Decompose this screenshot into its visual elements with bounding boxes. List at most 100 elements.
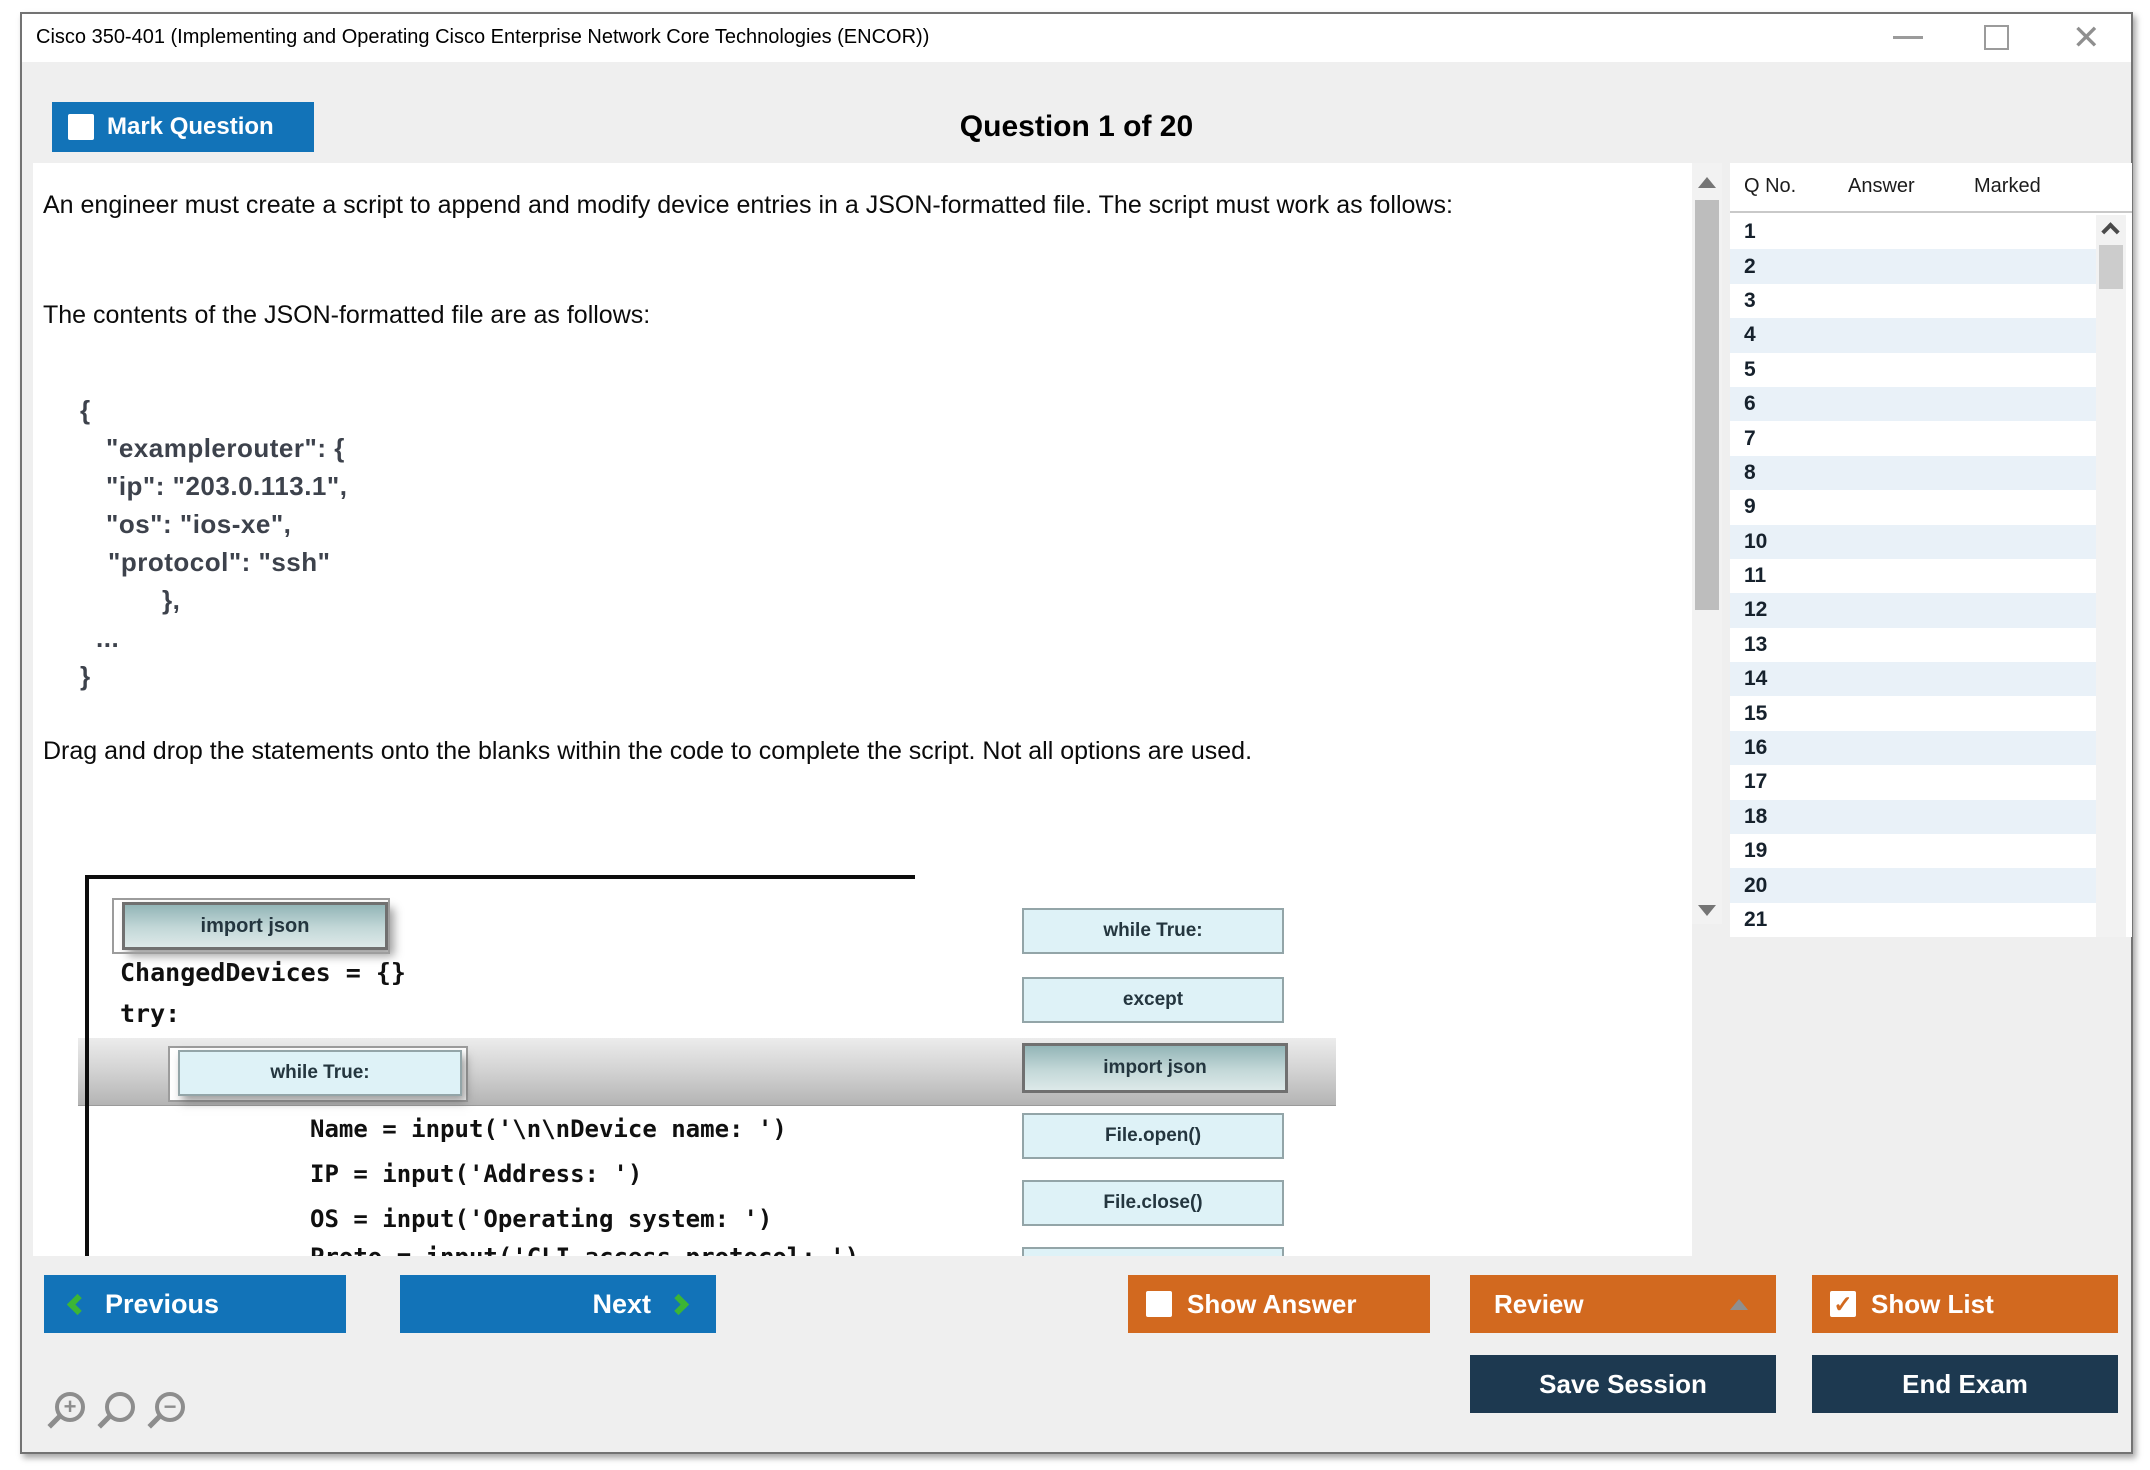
maximize-icon[interactable]: [1984, 25, 2009, 50]
question-counter: Question 1 of 20: [22, 110, 2131, 144]
column-qno: Q No.: [1744, 175, 1796, 198]
json-line: {: [80, 391, 347, 429]
window-title: Cisco 350-401 (Implementing and Operatin…: [36, 26, 929, 49]
json-line: }: [80, 657, 347, 695]
content-scrollbar[interactable]: [1692, 163, 1722, 924]
question-number: 14: [1744, 667, 1767, 691]
review-label: Review: [1494, 1289, 1584, 1320]
review-button[interactable]: Review: [1470, 1275, 1776, 1333]
code-line-try: try:: [120, 999, 180, 1028]
code-box-left-border: [85, 875, 89, 1256]
question-number: 19: [1744, 839, 1767, 863]
end-exam-button[interactable]: End Exam: [1812, 1355, 2118, 1413]
scroll-up-icon[interactable]: [1698, 177, 1716, 188]
question-list-scrollbar[interactable]: [2096, 215, 2126, 937]
question-number: 9: [1744, 495, 1756, 519]
option-chip-partial[interactable]: [1022, 1247, 1284, 1256]
previous-label: Previous: [105, 1289, 219, 1320]
show-answer-button[interactable]: Show Answer: [1128, 1275, 1430, 1333]
previous-button[interactable]: Previous: [44, 1275, 346, 1333]
chevron-right-icon: [668, 1293, 689, 1314]
next-label: Next: [592, 1289, 651, 1320]
question-row[interactable]: 3: [1730, 284, 2096, 318]
content-scrollbar-thumb[interactable]: [1695, 200, 1719, 610]
question-row[interactable]: 16: [1730, 731, 2096, 765]
show-answer-label: Show Answer: [1187, 1289, 1357, 1320]
column-answer: Answer: [1848, 175, 1915, 198]
question-row[interactable]: 11: [1730, 559, 2096, 593]
question-row[interactable]: 10: [1730, 525, 2096, 559]
question-row[interactable]: 17: [1730, 765, 2096, 799]
filled-slot-chip-import-json[interactable]: import json: [122, 902, 388, 950]
question-row[interactable]: 2: [1730, 249, 2096, 283]
question-list: 123456789101112131415161718192021: [1730, 215, 2096, 937]
question-row[interactable]: 12: [1730, 593, 2096, 627]
question-panel: An engineer must create a script to appe…: [33, 163, 1692, 1256]
question-number: 6: [1744, 392, 1756, 416]
scroll-up-icon[interactable]: [2101, 222, 2119, 240]
question-list-panel: Q No. Answer Marked 12345678910111213141…: [1730, 163, 2132, 937]
question-number: 13: [1744, 633, 1767, 657]
question-row[interactable]: 15: [1730, 696, 2096, 730]
question-row[interactable]: 9: [1730, 490, 2096, 524]
chevron-left-icon: [67, 1293, 88, 1314]
column-marked: Marked: [1974, 175, 2041, 198]
dragged-chip-while-true[interactable]: while True:: [178, 1050, 462, 1096]
title-bar: Cisco 350-401 (Implementing and Operatin…: [22, 14, 2131, 62]
code-box-top-border: [85, 875, 915, 879]
question-row[interactable]: 6: [1730, 387, 2096, 421]
question-list-header: Q No. Answer Marked: [1730, 163, 2132, 213]
question-row[interactable]: 5: [1730, 353, 2096, 387]
close-icon[interactable]: ✕: [2072, 18, 2101, 58]
option-chip-file-close[interactable]: File.close(): [1022, 1180, 1284, 1226]
question-number: 4: [1744, 323, 1756, 347]
save-session-button[interactable]: Save Session: [1470, 1355, 1776, 1413]
question-row[interactable]: 4: [1730, 318, 2096, 352]
question-row[interactable]: 18: [1730, 800, 2096, 834]
question-number: 1: [1744, 220, 1756, 244]
scroll-down-icon[interactable]: [1698, 905, 1716, 916]
question-intro-text: An engineer must create a script to appe…: [43, 187, 1655, 223]
code-line-ip-input: IP = input('Address: '): [310, 1160, 642, 1188]
question-number: 3: [1744, 289, 1756, 313]
json-line: "examplerouter": {: [80, 429, 347, 467]
question-row[interactable]: 20: [1730, 868, 2096, 902]
question-contents-text: The contents of the JSON-formatted file …: [43, 297, 1655, 333]
minimize-icon[interactable]: [1893, 36, 1923, 39]
save-session-label: Save Session: [1539, 1369, 1707, 1400]
question-row[interactable]: 13: [1730, 628, 2096, 662]
option-chip-while-true[interactable]: while True:: [1022, 908, 1284, 954]
json-line: },: [80, 581, 347, 619]
question-number: 7: [1744, 427, 1756, 451]
show-answer-checkbox[interactable]: [1146, 1291, 1172, 1317]
question-number: 17: [1744, 770, 1767, 794]
triangle-up-icon: [1730, 1299, 1748, 1310]
json-line: "ip": "203.0.113.1",: [80, 467, 347, 505]
question-row[interactable]: 7: [1730, 421, 2096, 455]
json-line: ...: [80, 619, 347, 657]
show-list-button[interactable]: ✓ Show List: [1812, 1275, 2118, 1333]
question-number: 8: [1744, 461, 1756, 485]
magnifier-icon[interactable]: [105, 1392, 135, 1422]
question-row[interactable]: 19: [1730, 834, 2096, 868]
code-line-changeddevices: ChangedDevices = {}: [120, 958, 406, 987]
show-list-checkbox[interactable]: ✓: [1830, 1291, 1856, 1317]
json-line: "os": "ios-xe",: [80, 505, 347, 543]
next-button[interactable]: Next: [400, 1275, 716, 1333]
code-line-name-input: Name = input('\n\nDevice name: '): [310, 1115, 787, 1143]
exam-window: Cisco 350-401 (Implementing and Operatin…: [20, 12, 2133, 1454]
question-number: 5: [1744, 358, 1756, 382]
question-row[interactable]: 14: [1730, 662, 2096, 696]
question-row[interactable]: 1: [1730, 215, 2096, 249]
json-file-snippet: { "examplerouter": { "ip": "203.0.113.1"…: [80, 391, 347, 695]
question-row[interactable]: 8: [1730, 456, 2096, 490]
option-chip-import-json[interactable]: import json: [1022, 1043, 1288, 1093]
question-number: 11: [1744, 564, 1766, 588]
question-row[interactable]: 21: [1730, 903, 2096, 937]
question-list-scrollbar-thumb[interactable]: [2099, 245, 2123, 289]
option-chip-except[interactable]: except: [1022, 977, 1284, 1023]
option-chip-file-open[interactable]: File.open(): [1022, 1113, 1284, 1159]
zoom-in-icon[interactable]: +: [55, 1392, 85, 1422]
question-number: 15: [1744, 702, 1767, 726]
zoom-out-icon[interactable]: −: [155, 1392, 185, 1422]
